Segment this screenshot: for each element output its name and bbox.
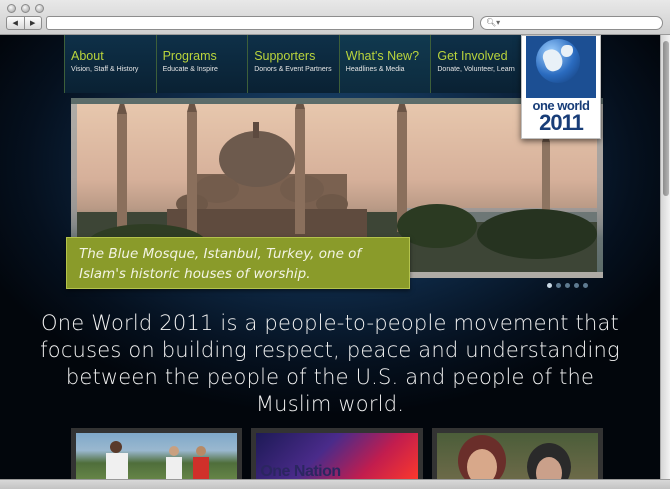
logo-globe-panel xyxy=(526,36,596,98)
slide-dot[interactable] xyxy=(574,283,579,288)
vertical-scrollbar[interactable] xyxy=(660,35,670,479)
mission-statement: One World 2011 is a people-to-people mov… xyxy=(40,311,620,416)
nav-item-programs[interactable]: Programs Educate & Inspire xyxy=(155,35,248,93)
logo-text-year: 2011 xyxy=(539,110,584,135)
window-bottom-bar xyxy=(0,479,670,489)
nav-subtitle: Vision, Staff & History xyxy=(71,66,139,73)
slide-dot[interactable] xyxy=(583,283,588,288)
thumbnail-players-photo[interactable] xyxy=(71,428,243,479)
feature-thumbnails: One Nation xyxy=(71,428,603,479)
nav-subtitle: Donate, Volunteer, Learn xyxy=(437,66,515,73)
thumbnail-one-nation-graphic[interactable]: One Nation xyxy=(251,428,423,479)
nav-title: Supporters xyxy=(254,49,316,63)
magnifier-icon: 🔍︎▾ xyxy=(486,18,501,27)
forward-button[interactable]: ▶ xyxy=(23,17,42,29)
address-bar[interactable] xyxy=(46,16,474,30)
thumbnail-graphic-text: One Nation xyxy=(260,463,341,479)
nav-item-about[interactable]: About Vision, Staff & History xyxy=(64,35,156,93)
slide-dot[interactable] xyxy=(565,283,570,288)
slideshow-pager xyxy=(547,283,588,288)
one-world-2011-logo[interactable]: one world 2011 xyxy=(521,35,601,139)
nav-subtitle: Educate & Inspire xyxy=(162,66,218,73)
nav-title: What's New? xyxy=(345,49,420,63)
window-controls xyxy=(7,4,44,13)
nav-title: About xyxy=(71,49,104,63)
nav-item-whats-new[interactable]: What's New? Headlines & Media xyxy=(338,35,431,93)
nav-item-supporters[interactable]: Supporters Donors & Event Partners xyxy=(247,35,339,93)
page-viewport: About Vision, Staff & History Programs E… xyxy=(0,35,660,479)
nav-subtitle: Headlines & Media xyxy=(345,66,405,73)
women-illustration xyxy=(457,435,571,479)
nav-title: Programs xyxy=(162,49,217,63)
players-illustration xyxy=(106,441,209,479)
thumbnail-women-photo[interactable] xyxy=(431,428,603,479)
nav-item-get-involved[interactable]: Get Involved Donate, Volunteer, Learn xyxy=(430,35,522,93)
slide-dot[interactable] xyxy=(547,283,552,288)
nav-title: Get Involved xyxy=(437,49,508,63)
search-field[interactable]: 🔍︎▾ xyxy=(480,16,663,30)
slide-dot[interactable] xyxy=(556,283,561,288)
main-navigation: About Vision, Staff & History Programs E… xyxy=(64,35,522,93)
nav-subtitle: Donors & Event Partners xyxy=(254,66,332,73)
scrollbar-thumb[interactable] xyxy=(663,41,669,196)
minimize-window-icon[interactable] xyxy=(21,4,30,13)
hero-caption: The Blue Mosque, Istanbul, Turkey, one o… xyxy=(66,237,410,289)
zoom-window-icon[interactable] xyxy=(35,4,44,13)
browser-toolbar: ◀ ▶ 🔍︎▾ xyxy=(0,0,670,35)
globe-icon xyxy=(536,39,580,83)
close-window-icon[interactable] xyxy=(7,4,16,13)
back-button[interactable]: ◀ xyxy=(7,17,24,29)
history-buttons: ◀ ▶ xyxy=(6,16,42,30)
forward-arrow-icon: ▶ xyxy=(30,19,36,27)
back-arrow-icon: ◀ xyxy=(12,19,18,27)
